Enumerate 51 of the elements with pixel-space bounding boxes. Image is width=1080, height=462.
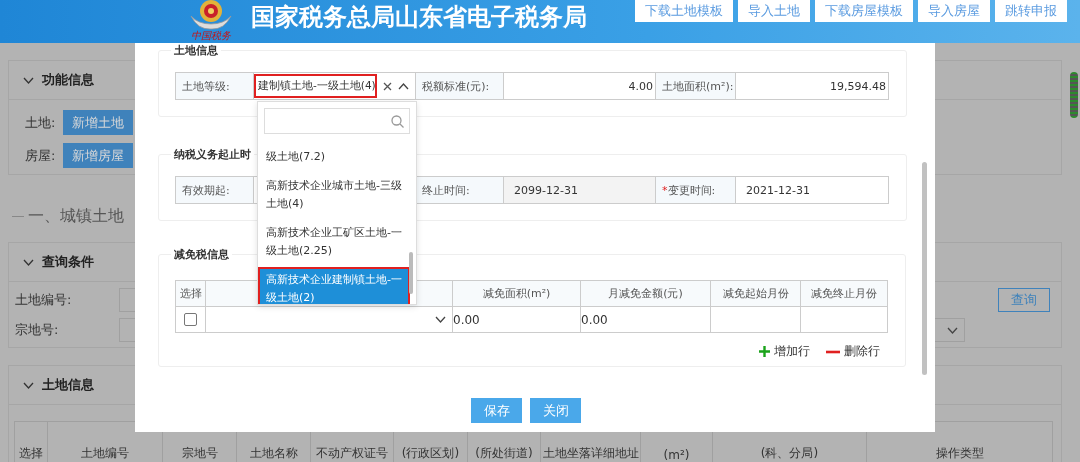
- section-title: 纳税义务起止时: [173, 147, 252, 162]
- site-title: 国家税务总局山东省电子税务局: [251, 2, 587, 33]
- query-button[interactable]: 查询: [998, 288, 1050, 312]
- column-header: 减免起始月份: [722, 287, 789, 300]
- column-header: 选择: [179, 287, 202, 300]
- field-label: 土地等级:: [176, 73, 254, 99]
- header-button[interactable]: 导入房屋: [918, 0, 990, 22]
- table-cell: 0.00: [452, 306, 581, 333]
- column-header: 操作类型: [935, 446, 984, 460]
- column-header: 减免面积(m²): [482, 287, 551, 300]
- dialog-button[interactable]: 保存: [471, 398, 522, 423]
- dropdown-option[interactable]: 级土地(7.2): [258, 144, 410, 170]
- table-cell: 0.00: [580, 306, 711, 333]
- column-header: 土地坐落详细地址: [542, 446, 639, 460]
- dropdown-option[interactable]: 高新技术企业建制镇土地-一级土地(2): [258, 267, 410, 304]
- column-header: 不动产权证号: [316, 446, 388, 460]
- header-button[interactable]: 导入土地: [738, 0, 810, 22]
- dialog-button[interactable]: 关闭: [530, 398, 581, 423]
- column-header: 宗地号: [181, 446, 218, 460]
- add-row-button[interactable]: 增加行: [759, 343, 810, 360]
- column-header: (科、分局): [760, 446, 819, 460]
- column-header: (m²): [663, 448, 690, 462]
- section-title: 减免税信息: [173, 247, 230, 262]
- field-label: 房屋:: [25, 146, 56, 165]
- section-title: 土地信息: [173, 43, 219, 58]
- add-button[interactable]: 新增房屋: [63, 143, 134, 168]
- column-header: (行政区划): [401, 446, 460, 460]
- column-header: 土地编号: [81, 446, 129, 460]
- column-header: 月减免金额(元): [608, 287, 683, 300]
- panel-title: 土地信息: [42, 376, 94, 394]
- select-field[interactable]: 建制镇土地-一级土地(4): [254, 74, 377, 98]
- panel-title: 功能信息: [42, 71, 94, 89]
- panel-title: 查询条件: [42, 253, 94, 271]
- field-label: 税额标准(元):: [416, 73, 504, 99]
- column-header: (所处街道): [475, 446, 533, 460]
- column-header: 减免终止月份: [811, 287, 877, 300]
- add-button[interactable]: 新增土地: [63, 110, 134, 135]
- header-button[interactable]: 跳转申报: [995, 0, 1067, 22]
- logo-text: 中国税务: [191, 30, 231, 42]
- header-button[interactable]: 下载房屋模板: [815, 0, 913, 22]
- field-label: 土地:: [25, 113, 56, 132]
- dropdown-option[interactable]: 高新技术企业工矿区土地-一级土地(2.25): [258, 220, 410, 264]
- field-label: 土地面积(m²):: [656, 73, 736, 99]
- section-heading: 一、城镇土地: [28, 205, 124, 227]
- field-value: 19,594.48: [829, 78, 887, 95]
- delete-row-button[interactable]: 删除行: [826, 343, 880, 360]
- column-header: 选择: [19, 446, 43, 460]
- header-button[interactable]: 下载土地模板: [635, 0, 733, 22]
- field-label: 宗地号:: [15, 321, 60, 339]
- field-label: 土地编号:: [15, 291, 73, 309]
- column-header: 土地名称: [249, 446, 298, 460]
